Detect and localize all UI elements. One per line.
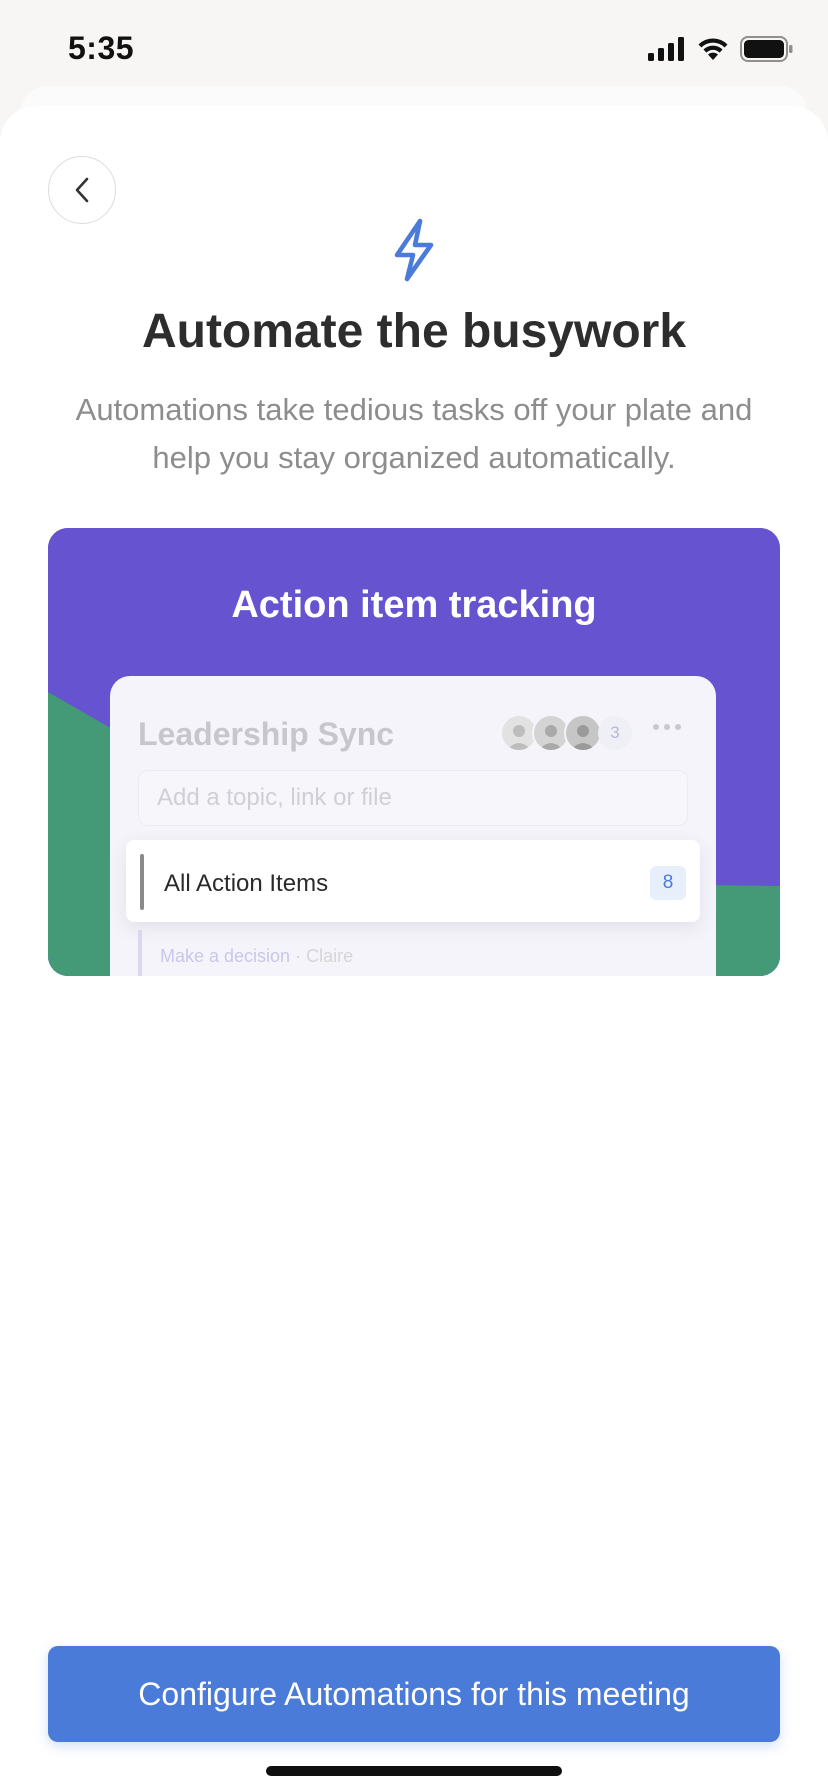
status-bar: 5:35 (0, 0, 828, 100)
action-item-separator: · (290, 946, 307, 966)
row-indicator (138, 930, 142, 976)
meeting-title: Leadership Sync (138, 716, 395, 752)
signal-icon (648, 37, 684, 61)
chevron-left-icon (75, 177, 89, 203)
battery-icon (740, 36, 793, 62)
action-items-label: All Action Items (164, 870, 329, 897)
action-item-text: Make a decision · Claire (160, 946, 353, 967)
lightning-bolt-icon (394, 218, 434, 282)
page-title: Automate the busywork (141, 305, 687, 358)
avatar (564, 714, 602, 752)
status-icons (648, 36, 794, 62)
action-item-title: Make a decision (160, 946, 291, 966)
back-button[interactable] (48, 156, 116, 224)
action-items-row: All Action Items 8 (126, 840, 700, 922)
status-time: 5:35 (68, 30, 135, 66)
action-item-assignee: Claire (306, 946, 354, 966)
wifi-icon (698, 38, 728, 60)
feature-card: Action item tracking Leadership Sync 3 A… (48, 528, 780, 976)
topic-input[interactable] (138, 770, 688, 826)
row-indicator (140, 854, 144, 910)
configure-automations-button[interactable]: Configure Automations for this meeting (48, 1646, 780, 1742)
page-subtitle: Automations take tedious tasks off your … (75, 392, 753, 475)
meeting-preview: Leadership Sync 3 All Action Items 8 Mak… (110, 676, 716, 976)
card-title: Action item tracking (231, 584, 597, 626)
more-horizontal-icon (653, 724, 681, 730)
home-indicator (266, 1766, 562, 1776)
attendee-avatars: 3 (500, 714, 632, 752)
attendee-count: 3 (598, 716, 632, 750)
action-items-count-badge: 8 (650, 866, 686, 900)
